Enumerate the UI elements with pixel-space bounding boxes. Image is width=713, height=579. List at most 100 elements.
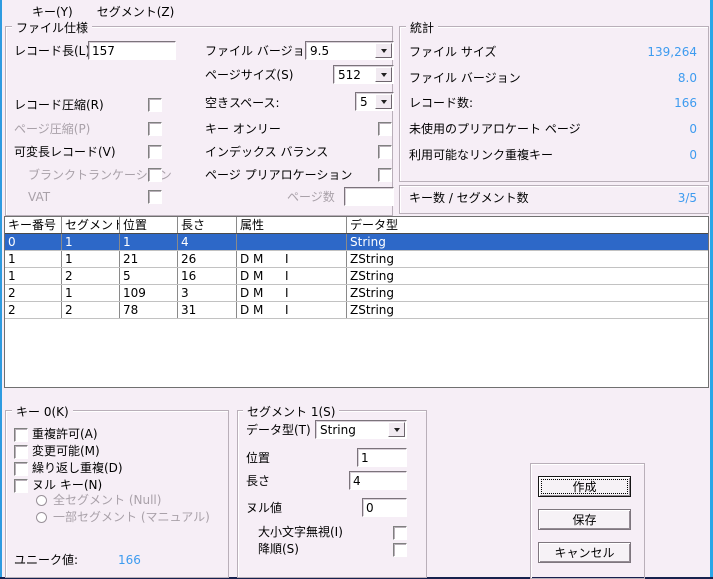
segment-position-input[interactable] [357, 448, 407, 467]
chevron-down-icon[interactable] [375, 67, 392, 82]
vat-checkbox [148, 190, 162, 204]
repeating-dup-checkbox[interactable] [14, 462, 28, 476]
file-size-label: ファイル サイズ [409, 45, 496, 59]
statistics-group-title: 統計 [406, 19, 438, 36]
any-segment-label: 一部セグメント (マニュアル) [53, 510, 210, 524]
record-count-label: レコード数: [409, 96, 473, 110]
index-balance-checkbox[interactable] [378, 145, 392, 159]
cell-key: 1 [5, 251, 62, 267]
menu-segment[interactable]: セグメント(Z) [95, 2, 177, 21]
segment-position-label: 位置 [246, 451, 270, 465]
record-count-value: 166 [674, 96, 697, 110]
variable-records-checkbox[interactable] [148, 145, 162, 159]
modifiable-checkbox[interactable] [14, 445, 28, 459]
segment-length-input[interactable] [349, 471, 407, 490]
page-size-dropdown[interactable]: 512 [333, 65, 394, 84]
cell-segment: 1 [62, 234, 120, 250]
key-only-label: キー オンリー [205, 122, 281, 136]
all-segments-label: 全セグメント (Null) [53, 493, 161, 507]
dup-allowed-checkbox[interactable] [14, 428, 28, 442]
cell-length: 3 [178, 285, 237, 301]
any-segment-radio [36, 512, 47, 523]
all-segments-radio [36, 495, 47, 506]
table-row[interactable]: 1 1 21 26 D MI ZString [5, 251, 708, 268]
segment-datatype-value: String [320, 423, 356, 437]
page-size-label: ページサイズ(S) [205, 68, 293, 82]
cell-key: 2 [5, 285, 62, 301]
cell-datatype: ZString [347, 251, 708, 267]
stat-file-version-label: ファイル バージョン [409, 71, 521, 85]
header-key-number[interactable]: キー番号 [5, 217, 62, 233]
file-spec-group-title: ファイル仕様 [12, 19, 92, 36]
table-header-row: キー番号 セグメント 位置 長さ 属性 データ型 [5, 217, 708, 234]
cell-attributes [237, 234, 347, 250]
free-space-label: 空きスペース: [205, 96, 280, 110]
descending-checkbox[interactable] [393, 543, 407, 557]
linked-dup-keys-value: 0 [689, 148, 697, 162]
cell-key: 2 [5, 302, 62, 318]
header-position[interactable]: 位置 [120, 217, 178, 233]
table-row[interactable]: 2 1 109 3 D MI ZString [5, 285, 708, 302]
file-version-dropdown[interactable]: 9.5 [305, 41, 394, 60]
page-compression-checkbox [148, 122, 162, 136]
cell-attributes: D MI [237, 268, 347, 284]
cell-attributes: D MI [237, 251, 347, 267]
free-space-dropdown[interactable]: 5 [355, 92, 394, 111]
segment-datatype-dropdown[interactable]: String [315, 420, 407, 439]
cell-attributes: D MI [237, 302, 347, 318]
record-length-input[interactable] [88, 41, 176, 60]
cell-datatype: ZString [347, 302, 708, 318]
key-segment-table[interactable]: キー番号 セグメント 位置 長さ 属性 データ型 0 1 1 4 String … [4, 216, 709, 388]
cell-segment: 2 [62, 302, 120, 318]
case-insensitive-label: 大小文字無視(I) [258, 525, 343, 539]
segment-null-value-label: ヌル値 [246, 501, 282, 515]
record-compression-checkbox[interactable] [148, 98, 162, 112]
blank-truncation-checkbox [148, 168, 162, 182]
modifiable-label: 変更可能(M) [32, 444, 100, 458]
header-segment[interactable]: セグメント [62, 217, 120, 233]
table-row[interactable]: 1 2 5 16 D MI ZString [5, 268, 708, 285]
record-compression-label: レコード圧縮(R) [14, 98, 104, 112]
case-insensitive-checkbox[interactable] [393, 526, 407, 540]
cell-key: 0 [5, 234, 62, 250]
header-length[interactable]: 長さ [178, 217, 237, 233]
cell-position: 1 [120, 234, 178, 250]
segment-null-value-input[interactable] [362, 498, 407, 517]
descending-label: 降順(S) [258, 542, 299, 556]
unique-values-label: ユニーク値: [14, 553, 78, 567]
file-size-value: 139,264 [647, 45, 697, 59]
segment-length-label: 長さ [246, 474, 270, 488]
free-space-value: 5 [360, 95, 368, 109]
chevron-down-icon[interactable] [375, 94, 392, 109]
window-border-left [0, 0, 2, 579]
cell-datatype: ZString [347, 268, 708, 284]
repeating-dup-label: 繰り返し重複(D) [32, 461, 123, 475]
table-row[interactable]: 2 2 78 31 D MI ZString [5, 302, 708, 319]
cell-length: 16 [178, 268, 237, 284]
cell-length: 4 [178, 234, 237, 250]
menu-bar: キー(Y) セグメント(Z) [2, 0, 710, 23]
key-segment-count-label: キー数 / セグメント数 [409, 191, 529, 205]
table-row[interactable]: 0 1 1 4 String [5, 234, 708, 251]
unused-prealloc-pages-value: 0 [689, 122, 697, 136]
null-key-label: ヌル キー(N) [32, 478, 102, 492]
unique-values-value: 166 [118, 553, 141, 567]
cell-position: 109 [120, 285, 178, 301]
chevron-down-icon[interactable] [375, 43, 392, 58]
cell-segment: 1 [62, 285, 120, 301]
cell-segment: 2 [62, 268, 120, 284]
create-button[interactable]: 作成 [538, 476, 631, 497]
header-attributes[interactable]: 属性 [237, 217, 347, 233]
cell-segment: 1 [62, 251, 120, 267]
cell-position: 5 [120, 268, 178, 284]
save-button[interactable]: 保存 [538, 509, 631, 530]
page-preallocation-checkbox[interactable] [378, 168, 392, 182]
page-count-input[interactable] [344, 187, 394, 206]
file-version-value: 9.5 [310, 44, 329, 58]
null-key-checkbox[interactable] [14, 479, 28, 493]
key-only-checkbox[interactable] [378, 122, 392, 136]
header-datatype[interactable]: データ型 [347, 217, 708, 233]
unused-prealloc-pages-label: 未使用のプリアロケート ページ [409, 122, 581, 136]
chevron-down-icon[interactable] [388, 422, 405, 437]
cancel-button[interactable]: キャンセル [538, 542, 631, 563]
